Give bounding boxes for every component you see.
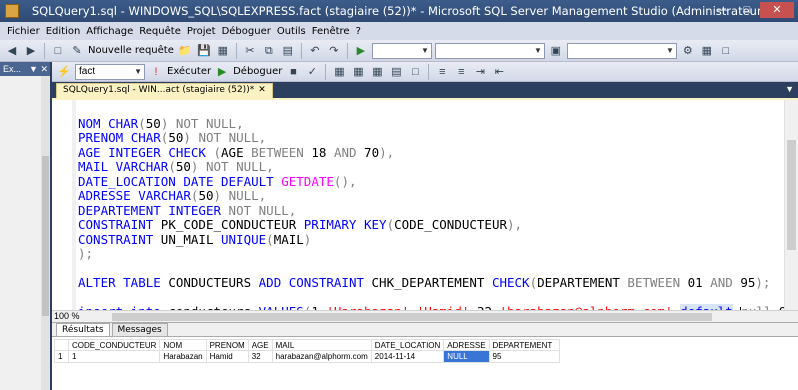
- database-value: fact: [79, 65, 96, 77]
- debug-button[interactable]: Déboguer: [233, 66, 282, 77]
- new-query-icon[interactable]: ✎: [69, 43, 85, 59]
- title-bar: SQLQuery1.sql - WINDOWS_SQL\SQLEXPRESS.f…: [0, 0, 798, 22]
- tab-dropdown-icon[interactable]: ▼: [785, 84, 794, 94]
- back-icon[interactable]: ◀: [4, 43, 20, 59]
- properties-icon[interactable]: ⚙: [680, 43, 696, 59]
- object-explorer-panel: Ex... ▼ ✕: [0, 62, 50, 390]
- menu-requete[interactable]: Requête: [136, 26, 184, 37]
- column-header[interactable]: AGE: [247, 339, 273, 351]
- column-header[interactable]: [54, 339, 69, 351]
- table-cell[interactable]: 1: [54, 350, 69, 363]
- tab-close-icon[interactable]: ✕: [258, 85, 266, 95]
- new-query-button[interactable]: Nouvelle requête: [88, 45, 174, 56]
- save-all-icon[interactable]: ▦: [215, 43, 231, 59]
- editor-horizontal-scrollbar[interactable]: 100 %: [52, 310, 798, 322]
- uncomment-icon[interactable]: ≡: [453, 64, 469, 80]
- menu-fichier[interactable]: Fichier: [4, 26, 43, 37]
- tab-sqlquery1[interactable]: SQLQuery1.sql - WIN...act (stagiaire (52…: [56, 83, 273, 98]
- column-header[interactable]: ADRESSE: [443, 339, 490, 351]
- sql-editor-toolbar: ⚡ fact ▼ ! Exécuter ▶ Déboguer ■ ✓ ▦ ▦ ▦ …: [52, 62, 798, 82]
- database-combo[interactable]: fact ▼: [75, 63, 145, 80]
- menu-help[interactable]: ?: [353, 26, 364, 37]
- tab-messages[interactable]: Messages: [111, 323, 168, 336]
- maximize-button[interactable]: □: [736, 2, 758, 18]
- search-combo[interactable]: ▼: [566, 42, 677, 59]
- run-icon[interactable]: ▶: [353, 43, 369, 59]
- plan-icon[interactable]: ▦: [331, 64, 347, 80]
- column-header[interactable]: NOM: [159, 339, 207, 351]
- menu-edition[interactable]: Edition: [43, 26, 84, 37]
- menu-affichage[interactable]: Affichage: [83, 26, 136, 37]
- open-folder-icon[interactable]: 📁: [177, 43, 193, 59]
- platform-combo[interactable]: ▼: [434, 42, 545, 59]
- table-row[interactable]: 1 1 Harabazan Hamid 32 harabazan@alphorm.com 2…: [54, 350, 560, 363]
- cut-icon[interactable]: ✂: [242, 43, 258, 59]
- table-cell[interactable]: harabazan@alphorm.com: [271, 350, 372, 363]
- editor-vertical-scrollbar[interactable]: [784, 100, 798, 312]
- table-cell[interactable]: 1: [67, 350, 161, 363]
- table-cell[interactable]: Harabazan: [159, 350, 207, 363]
- column-header[interactable]: MAIL: [271, 339, 372, 351]
- table-cell[interactable]: 2014-11-14: [370, 350, 445, 363]
- forward-icon[interactable]: ▶: [23, 43, 39, 59]
- menu-deboguer[interactable]: Déboguer: [219, 26, 274, 37]
- copy-icon[interactable]: ⧉: [261, 43, 277, 59]
- new-file-icon[interactable]: □: [50, 43, 66, 59]
- table-cell[interactable]: Hamid: [205, 350, 249, 363]
- connect-icon[interactable]: ⚡: [56, 64, 72, 80]
- results-pane: Résultats Messages CODE_CONDUCTEUR NOM PRE…: [52, 322, 798, 390]
- tab-label: SQLQuery1.sql - WIN...act (stagiaire (52…: [63, 85, 255, 95]
- execute-button[interactable]: Exécuter: [167, 66, 211, 77]
- column-header[interactable]: CODE_CONDUCTEUR: [67, 339, 161, 351]
- save-icon[interactable]: 💾: [196, 43, 212, 59]
- stop-icon[interactable]: ■: [285, 64, 301, 80]
- table-cell[interactable]: NULL: [443, 350, 490, 363]
- find-icon[interactable]: ▣: [548, 43, 564, 59]
- panel-pin-icon[interactable]: ▼ ✕: [29, 62, 48, 76]
- column-header[interactable]: DATE_LOCATION: [370, 339, 445, 351]
- sql-editor[interactable]: NOM CHAR(50) NOT NULL, PRENOM CHAR(50) NO…: [52, 98, 798, 348]
- file-results-icon[interactable]: □: [407, 64, 423, 80]
- menu-bar: Fichier Edition Affichage Requête Projet…: [0, 22, 798, 40]
- column-header[interactable]: DEPARTEMENT: [488, 339, 560, 351]
- minimize-button[interactable]: —: [712, 2, 734, 18]
- table-cell[interactable]: 32: [247, 350, 273, 363]
- window-icon[interactable]: □: [718, 43, 734, 59]
- text-results-icon[interactable]: ▤: [388, 64, 404, 80]
- solution-config-combo[interactable]: ▼: [371, 42, 432, 59]
- grid-icon[interactable]: ▦: [369, 64, 385, 80]
- menu-outils[interactable]: Outils: [274, 26, 309, 37]
- menu-projet[interactable]: Projet: [184, 26, 219, 37]
- outdent-icon[interactable]: ⇤: [491, 64, 507, 80]
- close-button[interactable]: ✕: [760, 2, 794, 18]
- tab-results[interactable]: Résultats: [56, 323, 110, 336]
- object-explorer-scrollbar[interactable]: [41, 76, 50, 390]
- execute-icon[interactable]: !: [148, 64, 164, 80]
- zoom-level[interactable]: 100 %: [54, 311, 80, 321]
- debug-icon[interactable]: ▶: [214, 64, 230, 80]
- parse-icon[interactable]: ✓: [304, 64, 320, 80]
- undo-icon[interactable]: ↶: [307, 43, 323, 59]
- column-header[interactable]: PRENOM: [205, 339, 249, 351]
- table-cell[interactable]: 95: [488, 350, 560, 363]
- results-grid[interactable]: CODE_CONDUCTEUR NOM PRENOM AGE MAIL DATE_LOCA…: [54, 339, 560, 363]
- results-header-row: CODE_CONDUCTEUR NOM PRENOM AGE MAIL DATE_LOCA…: [54, 339, 560, 351]
- object-explorer-title: Ex...: [3, 64, 22, 74]
- menu-fenetre[interactable]: Fenêtre: [309, 26, 353, 37]
- comment-icon[interactable]: ≡: [434, 64, 450, 80]
- standard-toolbar: ◀ ▶ □ ✎ Nouvelle requête 📁 💾 ▦ ✂ ⧉ ▤ ↶ ↷…: [0, 40, 798, 62]
- window-title: SQLQuery1.sql - WINDOWS_SQL\SQLEXPRESS.f…: [31, 4, 767, 18]
- paste-icon[interactable]: ▤: [280, 43, 296, 59]
- toolbox-icon[interactable]: ▦: [699, 43, 715, 59]
- document-area: SQLQuery1.sql - WIN...act (stagiaire (52…: [52, 82, 798, 390]
- redo-icon[interactable]: ↷: [326, 43, 342, 59]
- indent-icon[interactable]: ⇥: [472, 64, 488, 80]
- intellisense-icon[interactable]: ▦: [350, 64, 366, 80]
